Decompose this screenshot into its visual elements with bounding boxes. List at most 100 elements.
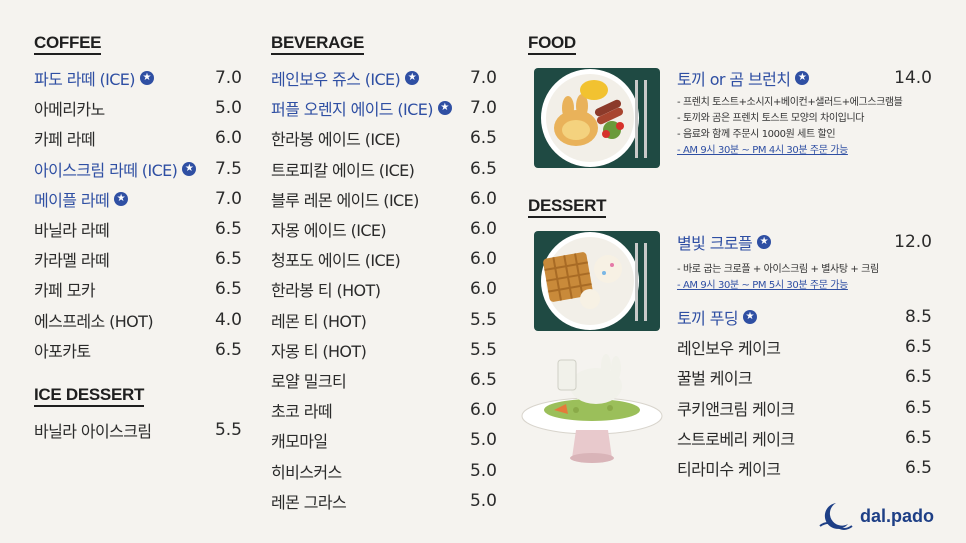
menu-item-price: 8.5	[904, 307, 932, 327]
star-icon: ★	[405, 71, 420, 85]
menu-item-name: 레인보우 쥬스 (ICE)	[271, 70, 401, 89]
menu-item-name: 꿀벌 케이크	[677, 369, 753, 389]
menu-item: 자몽 티 (HOT) 5.5	[271, 338, 497, 362]
star-icon: ★	[742, 310, 757, 324]
menu-item-price: 4.0	[214, 309, 242, 330]
menu-item-price: 6.0	[469, 249, 497, 270]
menu-item-price: 5.0	[214, 98, 242, 119]
menu-item-price: 6.5	[214, 339, 242, 360]
menu-item: 바닐라 라떼 6.5	[34, 217, 242, 241]
menu-item-name: 한라봉 에이드 (ICE)	[271, 130, 401, 150]
menu-item: 메이플 라떼 ★ 7.0	[34, 187, 242, 211]
food-desc-2: - 토끼와 곰은 프렌치 토스트 모양의 차이입니다	[677, 113, 865, 124]
menu-item-price: 6.5	[214, 249, 242, 270]
menu-item-price: 5.5	[469, 339, 497, 360]
wave-moon-icon	[819, 503, 853, 530]
menu-item-name: 스트로베리 케이크	[677, 429, 795, 449]
menu-item-name: 로얄 밀크티	[271, 372, 347, 391]
menu-item-name: 자몽 티 (HOT)	[271, 341, 367, 361]
food-item-price: 14.0	[894, 68, 932, 88]
menu-item-name: 메이플 라떼	[34, 190, 110, 210]
menu-item: 에스프레소 (HOT) 4.0	[34, 308, 242, 332]
menu-item-name: 아이스크림 라떼 (ICE)	[34, 160, 178, 180]
menu-item: 히비스커스 5.0	[271, 459, 497, 483]
menu-item-price: 6.0	[469, 400, 497, 421]
brand-logo: dal.pado	[818, 500, 934, 532]
menu-item-price: 5.0	[469, 430, 497, 451]
beverage-title: BEVERAGE	[271, 34, 364, 55]
menu-item-name: 트로피칼 에이드 (ICE)	[271, 160, 415, 180]
menu-item-name: 바닐라 아이스크림	[34, 422, 152, 441]
menu-item-price: 5.0	[469, 460, 497, 481]
menu-item: 레인보우 쥬스 (ICE) ★ 7.0	[271, 66, 497, 90]
coffee-title: COFFEE	[34, 34, 101, 55]
menu-item: 카페 모카 6.5	[34, 277, 242, 301]
menu-item: 스트로베리 케이크 6.5	[677, 426, 932, 450]
food-desc-1: - 프렌치 토스트+소시지+베이컨+샐러드+에그스크램블	[677, 97, 903, 108]
dessert-feature-name: 별빛 크로플	[677, 234, 753, 253]
menu-item-name: 바닐라 라떼	[34, 221, 110, 240]
star-icon: ★	[437, 101, 452, 116]
menu-item-name: 캐모마일	[271, 432, 328, 452]
menu-item-price: 6.0	[469, 219, 497, 239]
star-icon: ★	[757, 235, 772, 249]
menu-item-price: 7.0	[469, 98, 497, 119]
menu-item: 토끼 푸딩 ★ 8.5	[677, 305, 932, 329]
brand-name: dal.pado	[860, 505, 935, 526]
menu-item: 파도 라떼 (ICE) ★ 7.0	[34, 66, 242, 90]
menu-item: 카페 라떼 6.0	[34, 126, 242, 150]
menu-item-price: 7.0	[214, 68, 242, 88]
menu-item: 티라미수 케이크 6.5	[677, 456, 932, 480]
menu-item-name: 카페 모카	[34, 281, 96, 301]
menu-item: 쿠키앤크림 케이크 6.5	[677, 396, 932, 420]
menu-item-name: 한라봉 티 (HOT)	[271, 281, 381, 301]
menu-item-name: 티라미수 케이크	[677, 460, 781, 479]
menu-item-price: 5.5	[214, 420, 242, 440]
brunch-plate-image	[534, 68, 660, 168]
menu-item: 한라봉 에이드 (ICE) 6.5	[271, 126, 497, 150]
menu-item-price: 6.5	[214, 279, 242, 300]
menu-item-price: 6.0	[214, 128, 242, 149]
menu-item-price: 6.0	[469, 279, 497, 300]
menu-item-price: 6.5	[214, 219, 242, 239]
menu-item: 퍼플 오렌지 에이드 (ICE) ★ 7.0	[271, 96, 497, 120]
menu-item-price: 6.5	[469, 370, 497, 390]
menu-item: 카라멜 라떼 6.5	[34, 247, 242, 271]
menu-item: 아이스크림 라떼 (ICE) ★ 7.5	[34, 157, 242, 181]
menu-item-name: 에스프레소 (HOT)	[34, 311, 154, 331]
star-icon: ★	[139, 71, 154, 85]
menu-item: 아메리카노 5.0	[34, 96, 242, 120]
ice-dessert-title: ICE DESSERT	[34, 386, 144, 407]
menu-item: 청포도 에이드 (ICE) 6.0	[271, 247, 497, 271]
food-desc-3: - 음료와 함께 주문시 1000원 세트 할인	[677, 129, 836, 140]
menu-item: 로얄 밀크티 6.5	[271, 368, 497, 392]
menu-item-name: 토끼 푸딩	[677, 309, 739, 328]
menu-item-price: 6.5	[904, 427, 932, 448]
menu-item: 초코 라떼 6.0	[271, 398, 497, 422]
food-item-name: 토끼 or 곰 브런치	[677, 70, 791, 89]
food-item-brunch: 토끼 or 곰 브런치 ★ 14.0	[677, 66, 932, 90]
menu-item-price: 6.0	[469, 188, 497, 209]
menu-item-name: 아메리카노	[34, 100, 105, 120]
menu-item: 자몽 에이드 (ICE) 6.0	[271, 217, 497, 241]
menu-item-name: 레인보우 케이크	[677, 339, 781, 359]
dessert-title: DESSERT	[528, 197, 607, 218]
menu-item-price: 5.5	[469, 309, 497, 330]
star-icon: ★	[114, 191, 129, 206]
menu-item: 블루 레몬 에이드 (ICE) 6.0	[271, 187, 497, 211]
menu-item-name: 레몬 티 (HOT)	[271, 311, 367, 331]
food-title: FOOD	[528, 34, 576, 55]
menu-item: 캐모마일 5.0	[271, 428, 497, 452]
dessert-hours: - AM 9시 30분 ~ PM 5시 30분 주문 가능	[677, 280, 848, 291]
menu-item-price: 5.0	[469, 490, 497, 511]
dessert-feature-price: 12.0	[894, 232, 932, 252]
menu-item-name: 아포카토	[34, 341, 91, 361]
menu-item-price: 7.5	[214, 158, 242, 179]
menu-item-name: 자몽 에이드 (ICE)	[271, 221, 387, 240]
star-icon: ★	[182, 161, 197, 176]
menu-item-price: 6.5	[469, 128, 497, 149]
menu-item-price: 7.0	[469, 68, 497, 88]
menu-item-name: 파도 라떼 (ICE)	[34, 70, 136, 89]
menu-item-name: 청포도 에이드 (ICE)	[271, 251, 401, 271]
food-hours: - AM 9시 30분 ~ PM 4시 30분 주문 가능	[677, 145, 848, 156]
